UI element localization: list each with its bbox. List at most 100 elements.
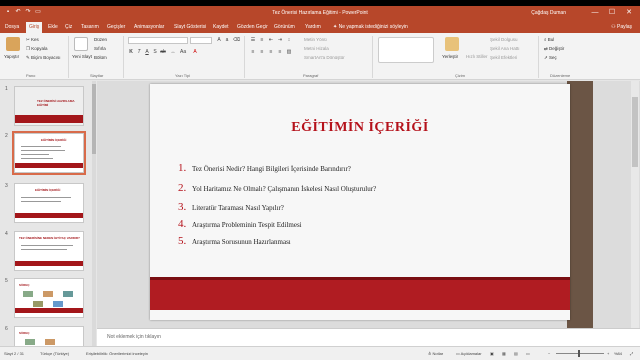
clear-format-icon[interactable]: ⌫ (233, 37, 240, 43)
reading-view-icon[interactable]: ▤ (514, 351, 518, 356)
list-item[interactable]: 2. Yol Haritamız Ne Olmalı? Çalışmanın İs… (178, 182, 376, 194)
slide-thumbnail-selected[interactable]: EĞİTİMİN İÇERİĞİ (12, 131, 86, 175)
select-button[interactable]: ➚ Seç (544, 55, 557, 61)
comments-toggle[interactable]: ▭ Açıklamalar (456, 351, 482, 356)
fit-slide-icon[interactable]: ⤢ (630, 351, 633, 356)
format-painter-label: Biçim Boyacısı (31, 55, 61, 60)
italic-icon[interactable]: T (136, 49, 142, 55)
strike-icon[interactable]: ab (160, 49, 166, 55)
minimize-button[interactable]: — (588, 8, 602, 18)
format-painter-button[interactable]: ✎ Biçim Boyacısı (26, 55, 61, 61)
cut-button[interactable]: ✂ Kes (26, 37, 39, 43)
tab-file[interactable]: Dosya (2, 22, 22, 33)
grow-font-icon[interactable]: A (216, 37, 222, 43)
arrange-icon[interactable] (445, 37, 459, 51)
scroll-thumb[interactable] (632, 97, 638, 167)
find-button[interactable]: ⌕ Bul (544, 37, 554, 42)
indent-increase-icon[interactable]: ⇥ (277, 37, 283, 43)
zoom-out-icon[interactable]: − (548, 351, 550, 356)
new-slide-icon[interactable] (74, 37, 88, 51)
tab-design[interactable]: Tasarım (78, 22, 102, 33)
slideshow-view-icon[interactable]: ▭ (526, 351, 530, 356)
background-photo (567, 81, 593, 328)
font-size-combo[interactable] (190, 37, 212, 44)
arrange-button[interactable]: Yerleştir (442, 54, 458, 59)
justify-icon[interactable]: ≡ (277, 49, 283, 55)
slide-scrollbar[interactable] (631, 81, 639, 328)
zoom-in-icon[interactable]: + (607, 351, 609, 356)
notes-toggle[interactable]: ≙ Notlar (428, 351, 443, 356)
slide-thumbnail[interactable]: SÜREÇ (14, 278, 84, 318)
tell-me-search[interactable]: ✦ Ne yapmak istediğinizi söyleyin (333, 22, 408, 33)
shape-fill-button[interactable]: Şekil Dolgusu (490, 37, 518, 42)
accessibility-status[interactable]: Erişilebilirlik: Önerilerimizi inceleyin (86, 351, 148, 356)
line-spacing-icon[interactable]: ↕ (286, 37, 292, 43)
notes-pane[interactable]: Not eklemek için tıklayın (97, 328, 640, 346)
user-name[interactable]: Çağdaş Duman (531, 10, 566, 16)
slide-thumbnail[interactable]: TEZ ÖNERİSİ HAZIRLAMA EĞİTİMİ (14, 86, 84, 126)
current-slide[interactable]: EĞİTİMİN İÇERİĞİ 1. Tez Önerisi Nedir? Ha… (150, 84, 570, 320)
sorter-view-icon[interactable]: ▦ (502, 351, 506, 356)
slide-thumbnail[interactable]: EĞİTİMİN İÇERİĞİ (14, 183, 84, 223)
list-item[interactable]: 5. Araştırma Sorusunun Hazırlanması (178, 235, 291, 247)
close-button[interactable]: ✕ (622, 8, 636, 18)
reset-button[interactable]: Sıfırla (94, 46, 106, 51)
tab-review[interactable]: Gözden Geçir (234, 22, 271, 33)
share-button[interactable]: ⚇ Paylaş (611, 22, 632, 33)
scroll-thumb[interactable] (92, 84, 96, 154)
zoom-slider-knob[interactable] (578, 350, 580, 357)
language-status[interactable]: Türkçe (Türkiye) (40, 351, 69, 356)
replace-button[interactable]: ⇄ Değiştir (544, 46, 564, 52)
tab-view[interactable]: Görünüm (271, 22, 298, 33)
align-text-button[interactable]: Metni Hizala (304, 46, 329, 51)
maximize-button[interactable]: ☐ (605, 8, 619, 18)
layout-button[interactable]: Düzen (94, 37, 107, 42)
bullets-icon[interactable]: ☰ (250, 37, 256, 43)
case-icon[interactable]: Aa (180, 49, 186, 55)
underline-icon[interactable]: A (144, 49, 150, 55)
tab-transitions[interactable]: Geçişler (104, 22, 128, 33)
shadow-icon[interactable]: S (152, 49, 158, 55)
shrink-font-icon[interactable]: a (224, 37, 230, 43)
powerpoint-window: ▪ ↶ ↷ ▭ Tez Önerisi Hazırlama Eğitimi - … (0, 6, 640, 360)
tab-animations[interactable]: Animasyonlar (131, 22, 167, 33)
shape-outline-button[interactable]: Şekil Ana Hattı (490, 46, 520, 51)
tab-insert[interactable]: Ekle (45, 22, 61, 33)
tab-home[interactable]: Giriş (26, 22, 43, 33)
normal-view-icon[interactable]: ▣ (490, 351, 494, 356)
columns-icon[interactable]: ▥ (286, 49, 292, 55)
zoom-slider[interactable] (556, 353, 604, 354)
numbering-icon[interactable]: ≡ (259, 37, 265, 43)
thumbnail-scrollbar[interactable] (92, 81, 96, 346)
indent-decrease-icon[interactable]: ⇤ (268, 37, 274, 43)
font-color-icon[interactable]: A (192, 49, 198, 55)
item-text: Literatür Taraması Nasıl Yapılır? (192, 204, 284, 212)
tab-help[interactable]: Yardım (302, 22, 324, 33)
align-center-icon[interactable]: ≡ (259, 49, 265, 55)
copy-button[interactable]: ❐ Kopyala (26, 46, 48, 52)
slide-thumbnail[interactable]: TEZ ÖNERİSİNE NEDEN İHTİYAÇ VARDIR? (14, 231, 84, 271)
font-name-combo[interactable] (128, 37, 188, 44)
tab-record[interactable]: Kaydet (210, 22, 232, 33)
shapes-gallery[interactable] (378, 37, 434, 63)
slide-title[interactable]: EĞİTİMİN İÇERİĞİ (150, 120, 570, 136)
list-item[interactable]: 3. Literatür Taraması Nasıl Yapılır? (178, 201, 284, 213)
align-right-icon[interactable]: ≡ (268, 49, 274, 55)
section-button[interactable]: Bölüm (94, 55, 107, 60)
text-direction-button[interactable]: Metin Yönü (304, 37, 327, 42)
tab-draw[interactable]: Çiz (62, 22, 75, 33)
list-item[interactable]: 1. Tez Önerisi Nedir? Hangi Bilgileri İçe… (178, 162, 351, 174)
paste-icon[interactable] (6, 37, 20, 51)
zoom-level[interactable]: %84 (614, 351, 622, 356)
quick-styles-button[interactable]: Hızlı Stiller (466, 54, 488, 59)
shape-effects-button[interactable]: Şekil Efektleri (490, 55, 517, 60)
paste-button[interactable]: Yapıştır (4, 54, 19, 59)
bold-icon[interactable]: K (128, 49, 134, 55)
smartart-button[interactable]: SmartArt'a Dönüştür (304, 55, 345, 60)
spacing-icon[interactable]: ↔ (170, 49, 176, 55)
item-number: 2. (178, 182, 187, 194)
align-left-icon[interactable]: ≡ (250, 49, 256, 55)
list-item[interactable]: 4. Araştırma Probleminin Tespit Edilmesi (178, 218, 302, 230)
new-slide-button[interactable]: Yeni Slayt (72, 54, 92, 59)
tab-slideshow[interactable]: Slayt Gösterisi (171, 22, 209, 33)
